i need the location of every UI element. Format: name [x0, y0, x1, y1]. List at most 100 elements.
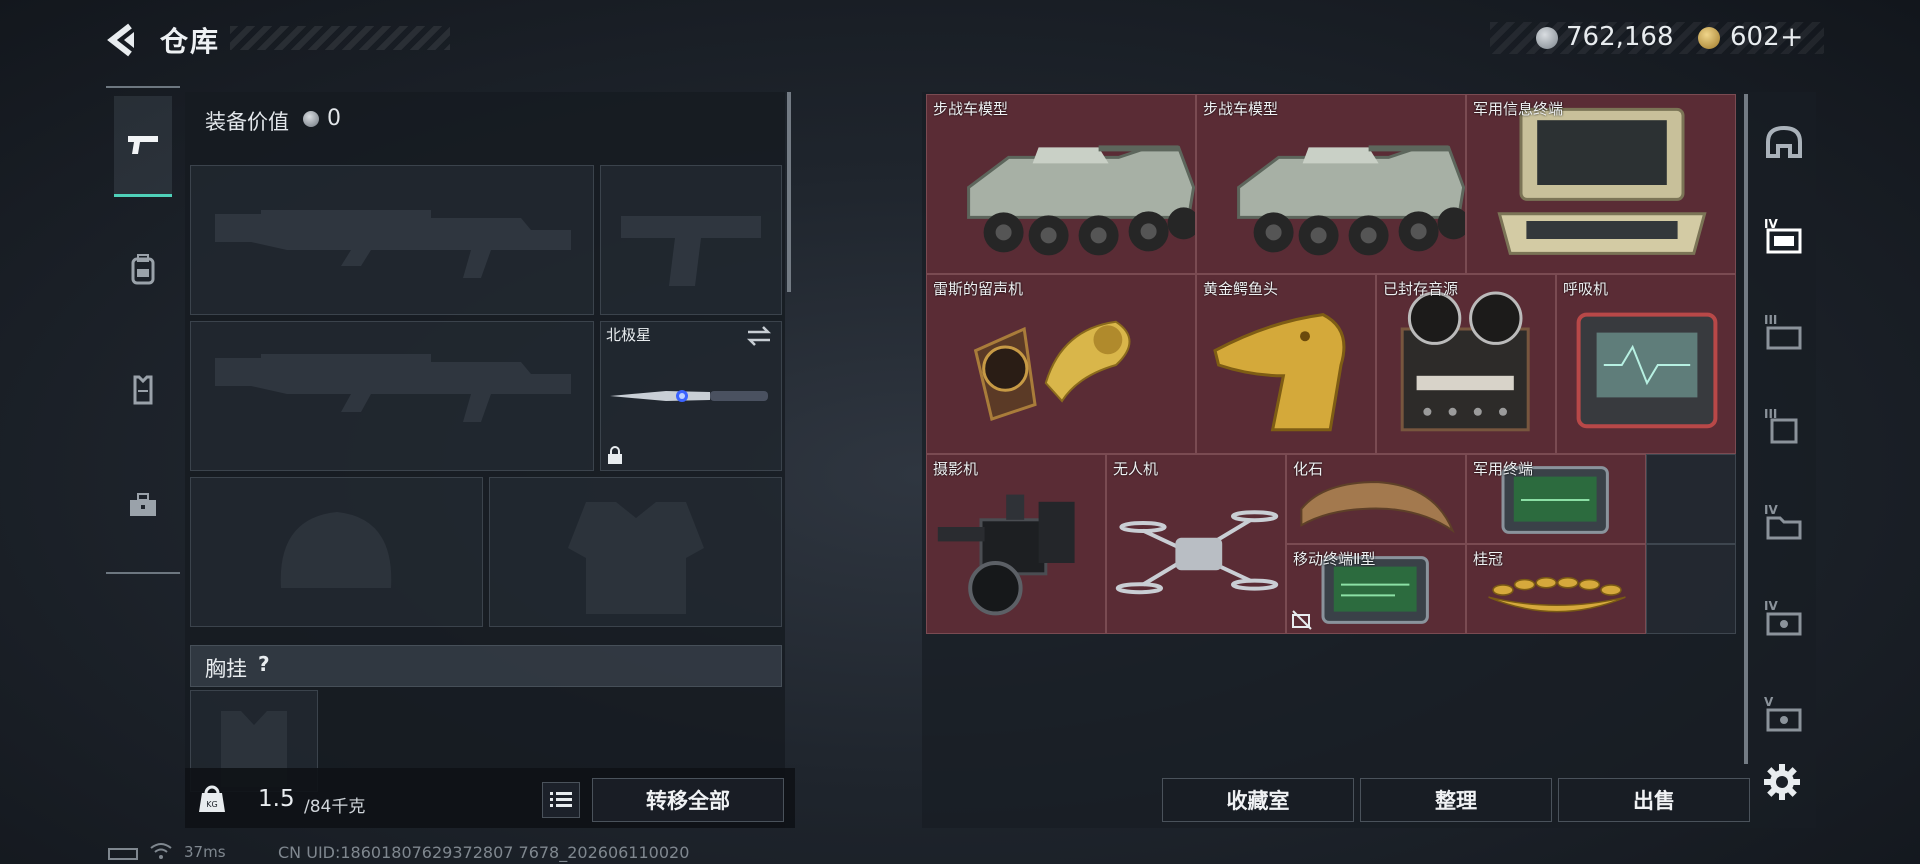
filter-tier-4-a[interactable]: IV: [1756, 208, 1812, 264]
melee-item-name: 北极星: [606, 326, 652, 344]
sell-button[interactable]: 出售: [1558, 778, 1750, 822]
storage-item[interactable]: 步战车模型: [1196, 94, 1466, 274]
swap-icon[interactable]: [746, 326, 772, 346]
tier-iii-item-icon: III: [1764, 313, 1802, 350]
storage-item-name: 移动终端Ⅱ型: [1293, 550, 1376, 568]
storage-item-name: 步战车模型: [933, 100, 1009, 118]
tier-v-case-icon: V: [1764, 695, 1802, 732]
rifle-silhouette-icon: [215, 210, 571, 278]
weight-current: 1.5: [258, 786, 295, 812]
tier-iv-item-icon: IV: [1764, 217, 1802, 254]
vest-icon: [133, 375, 153, 405]
storage-item-name: 化石: [1293, 460, 1324, 478]
storage-item[interactable]: 已封存音源: [1376, 274, 1556, 454]
premium-coin-icon: [1698, 27, 1720, 49]
rail-tab-vest[interactable]: [114, 340, 172, 438]
storage-item[interactable]: 移动终端Ⅱ型: [1286, 544, 1466, 634]
currency-secondary-value: 602: [1730, 22, 1780, 52]
video-camera-icon: [937, 494, 1075, 616]
list-icon: [550, 792, 572, 807]
chest-rig-label: 胸挂: [205, 657, 247, 681]
sort-button[interactable]: 整理: [1360, 778, 1552, 822]
rifle-silhouette-icon: [215, 354, 571, 422]
storage-item-name: 桂冠: [1473, 550, 1504, 568]
tier-iii-vest-icon: III: [1764, 407, 1798, 444]
rail-tab-weapons[interactable]: [114, 96, 172, 197]
gramophone-icon: [973, 320, 1131, 421]
ifv-model-icon: [1237, 145, 1465, 256]
chest-rig-header: [190, 645, 782, 687]
storage-item[interactable]: 步战车模型: [926, 94, 1196, 274]
add-currency-button[interactable]: +: [1780, 20, 1803, 53]
currency-primary-value: 762,168: [1566, 22, 1674, 52]
pistol-icon: [128, 136, 158, 154]
list-view-button[interactable]: [542, 782, 580, 818]
storage-item[interactable]: 军用信息终端: [1466, 94, 1736, 274]
storage-item-name: 已封存音源: [1383, 280, 1459, 298]
empty-storage-cell: [1646, 454, 1736, 544]
transfer-all-button[interactable]: 转移全部: [592, 778, 784, 822]
golden-crocodile-head-icon: [1213, 313, 1346, 432]
drone-icon: [1115, 510, 1279, 595]
svg-text:V: V: [1764, 695, 1774, 709]
storage-item[interactable]: 化石: [1286, 454, 1466, 544]
briefcase-icon: [130, 493, 156, 516]
rail-tab-case[interactable]: [114, 456, 172, 554]
hafbar-coin-icon: [1536, 27, 1558, 49]
primary-weapon-slot-1[interactable]: [190, 165, 594, 315]
storage-item[interactable]: 桂冠: [1466, 544, 1646, 634]
ping-value: 37ms: [184, 843, 226, 861]
svg-text:KG: KG: [206, 800, 217, 809]
storage-item-name: 呼吸机: [1563, 280, 1609, 298]
storage-item-name: 步战车模型: [1203, 100, 1279, 118]
armor-slot[interactable]: [489, 477, 782, 627]
storage-grid: 步战车模型 步战车模型 军用信息终端 雷斯的留声机 黄金鳄鱼头 已封存音源 呼吸…: [926, 94, 1736, 634]
military-info-terminal-icon: [1497, 107, 1707, 255]
page-title: 仓库: [160, 25, 221, 58]
armor-silhouette-icon: [568, 502, 704, 614]
helmet-slot[interactable]: [190, 477, 483, 627]
equipment-value: 0: [327, 106, 341, 131]
storage-item[interactable]: 呼吸机: [1556, 274, 1736, 454]
storage-item[interactable]: 雷斯的留声机: [926, 274, 1196, 454]
helmet-silhouette-icon: [280, 512, 392, 588]
battery-icon: [108, 848, 138, 860]
back-arrow-icon[interactable]: [104, 22, 144, 58]
storage-item[interactable]: 无人机: [1106, 454, 1286, 634]
filter-tier-4-c[interactable]: IV: [1756, 590, 1812, 646]
equipment-scrollbar[interactable]: [787, 92, 791, 292]
pistol-slot[interactable]: [600, 165, 782, 315]
storage-scrollbar[interactable]: [1744, 94, 1748, 764]
storage-item-name: 黄金鳄鱼头: [1203, 280, 1279, 298]
storage-item-name: 无人机: [1113, 460, 1159, 478]
tier-iv-folder-icon: IV: [1764, 503, 1802, 540]
user-uid: CN UID:18601807629372807 7678_2026061100…: [278, 843, 690, 862]
filter-tier-4-b[interactable]: IV: [1756, 494, 1812, 550]
arctic-star-knife-icon: [606, 380, 774, 412]
gear-icon[interactable]: [1760, 760, 1804, 804]
title-decor-stripe: [230, 26, 450, 50]
filter-all[interactable]: [1756, 114, 1812, 170]
storage-item[interactable]: 军用终端: [1466, 454, 1646, 544]
help-button[interactable]: ?: [258, 652, 270, 676]
svg-text:IV: IV: [1764, 503, 1778, 517]
empty-storage-cell: [1646, 544, 1736, 634]
wifi-icon: [150, 842, 172, 860]
collection-room-button[interactable]: 收藏室: [1162, 778, 1354, 822]
storage-item[interactable]: 摄影机: [926, 454, 1106, 634]
lock-icon: [606, 446, 624, 464]
weight-icon: KG: [198, 783, 226, 813]
storage-item-name: 军用信息终端: [1473, 100, 1564, 118]
weight-max: /84千克: [304, 797, 366, 817]
hafbar-coin-icon: [303, 111, 319, 127]
filter-tier-3-a[interactable]: III: [1756, 304, 1812, 360]
filter-tier-3-b[interactable]: III: [1756, 398, 1812, 454]
filter-tier-5[interactable]: V: [1756, 686, 1812, 742]
storage-item-name: 军用终端: [1473, 460, 1534, 478]
rail-tab-backpack[interactable]: [114, 220, 172, 318]
pistol-silhouette-icon: [621, 216, 761, 286]
tier-iv-case-icon: IV: [1764, 599, 1802, 636]
helmet-filter-icon: [1766, 125, 1802, 158]
primary-weapon-slot-2[interactable]: [190, 321, 594, 471]
storage-item[interactable]: 黄金鳄鱼头: [1196, 274, 1376, 454]
